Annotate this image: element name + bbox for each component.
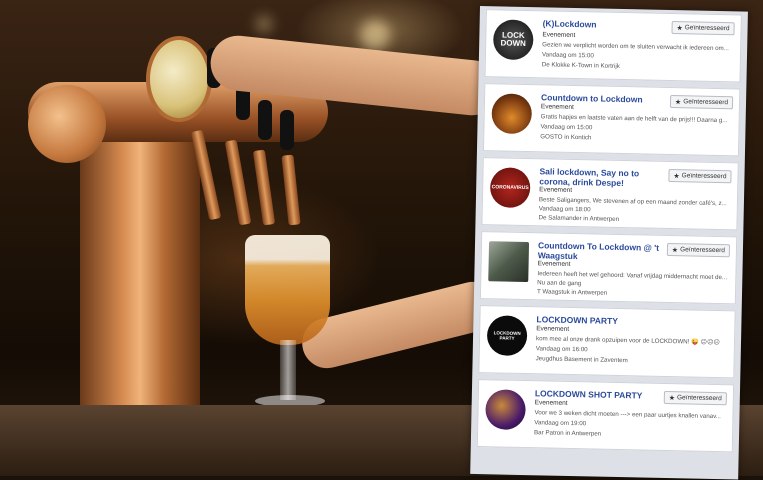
event-location: De Salamander in Antwerpen	[538, 214, 620, 223]
interested-label: Geïnteresseerd	[681, 172, 727, 181]
interested-button[interactable]: ★ Geïnteresseerd	[668, 168, 732, 184]
event-card[interactable]: LOCKDOWN PARTY LOCKDOWN PARTY Evenement …	[478, 305, 736, 379]
event-card[interactable]: LOCK DOWN (K)Lockdown Evenement Gezien w…	[484, 9, 742, 83]
star-icon: ★	[674, 98, 682, 106]
beer-glass	[245, 235, 330, 345]
event-type: Evenement	[542, 31, 576, 40]
event-date: Vandaag om 16:00	[535, 345, 588, 354]
event-type: Evenement	[534, 399, 568, 407]
event-date: Vandaag om 15:00	[541, 51, 594, 60]
event-location: Bar Patron in Antwerpen	[534, 429, 602, 438]
event-date: Vandaag om 19:00	[534, 419, 587, 428]
event-type: Evenement	[537, 260, 571, 268]
event-card[interactable]: Countdown To Lockdown @ 't Waagstuk Even…	[479, 231, 738, 305]
event-list-panel: LOCK DOWN (K)Lockdown Evenement Gezien w…	[470, 6, 748, 480]
event-type: Evenement	[539, 186, 573, 194]
bar-interior-icon	[488, 241, 530, 283]
interested-button[interactable]: ★ Geïnteresseerd	[663, 390, 727, 406]
event-title[interactable]: (K)Lockdown	[543, 18, 671, 31]
star-icon: ★	[673, 172, 680, 180]
party-logo-icon: LOCKDOWN PARTY	[486, 315, 528, 357]
event-type: Evenement	[536, 325, 570, 333]
star-icon: ★	[671, 246, 679, 254]
event-location: Jeugdhus Basement in Zaventem	[535, 355, 628, 365]
beer-glasses-icon	[491, 93, 533, 135]
star-icon: ★	[668, 394, 676, 402]
star-icon: ★	[676, 24, 683, 32]
event-card[interactable]: LOCKDOWN SHOT PARTY Evenement Voor we 3 …	[476, 379, 735, 453]
interested-button[interactable]: ★ Geïnteresseerd	[669, 95, 734, 110]
event-card[interactable]: Countdown to Lockdown Evenement Gratis h…	[482, 83, 741, 157]
event-date: Vandaag om 18:00	[538, 205, 591, 214]
interested-label: Geïnteresseerd	[676, 394, 722, 403]
coronavirus-image-icon: CORONAVIRUS	[489, 167, 531, 209]
shot-glasses-icon	[485, 389, 526, 431]
event-location: De Klokke K-Town in Kortrijk	[541, 61, 620, 70]
event-date: Vandaag om 15:00	[540, 123, 593, 132]
interested-label: Geïnteresseerd	[680, 246, 726, 255]
lockdown-logo-icon: LOCK DOWN	[492, 19, 534, 61]
thumb-text: LOCKDOWN PARTY	[493, 330, 521, 341]
interested-label: Geïnteresseerd	[683, 98, 729, 107]
event-location: T Waagstuk in Antwerpen	[536, 288, 608, 297]
interested-button[interactable]: ★ Geïnteresseerd	[666, 242, 731, 258]
event-status: Nu aan de gang	[537, 279, 582, 288]
event-title[interactable]: Countdown To Lockdown @ 't Waagstuk	[538, 240, 666, 263]
thumb-text: CORONAVIRUS	[491, 184, 529, 192]
event-location: GOSTO in Kontich	[540, 133, 592, 142]
event-type: Evenement	[540, 103, 574, 111]
tap-tower	[80, 100, 200, 420]
event-title[interactable]: Sali lockdown, Say no to corona, drink D…	[539, 166, 667, 189]
interested-label: Geïnteresseerd	[684, 24, 730, 33]
event-card[interactable]: CORONAVIRUS Sali lockdown, Say no to cor…	[481, 157, 739, 231]
thumb-text: LOCK DOWN	[500, 30, 526, 48]
interested-button[interactable]: ★ Geïnteresseerd	[671, 21, 735, 36]
